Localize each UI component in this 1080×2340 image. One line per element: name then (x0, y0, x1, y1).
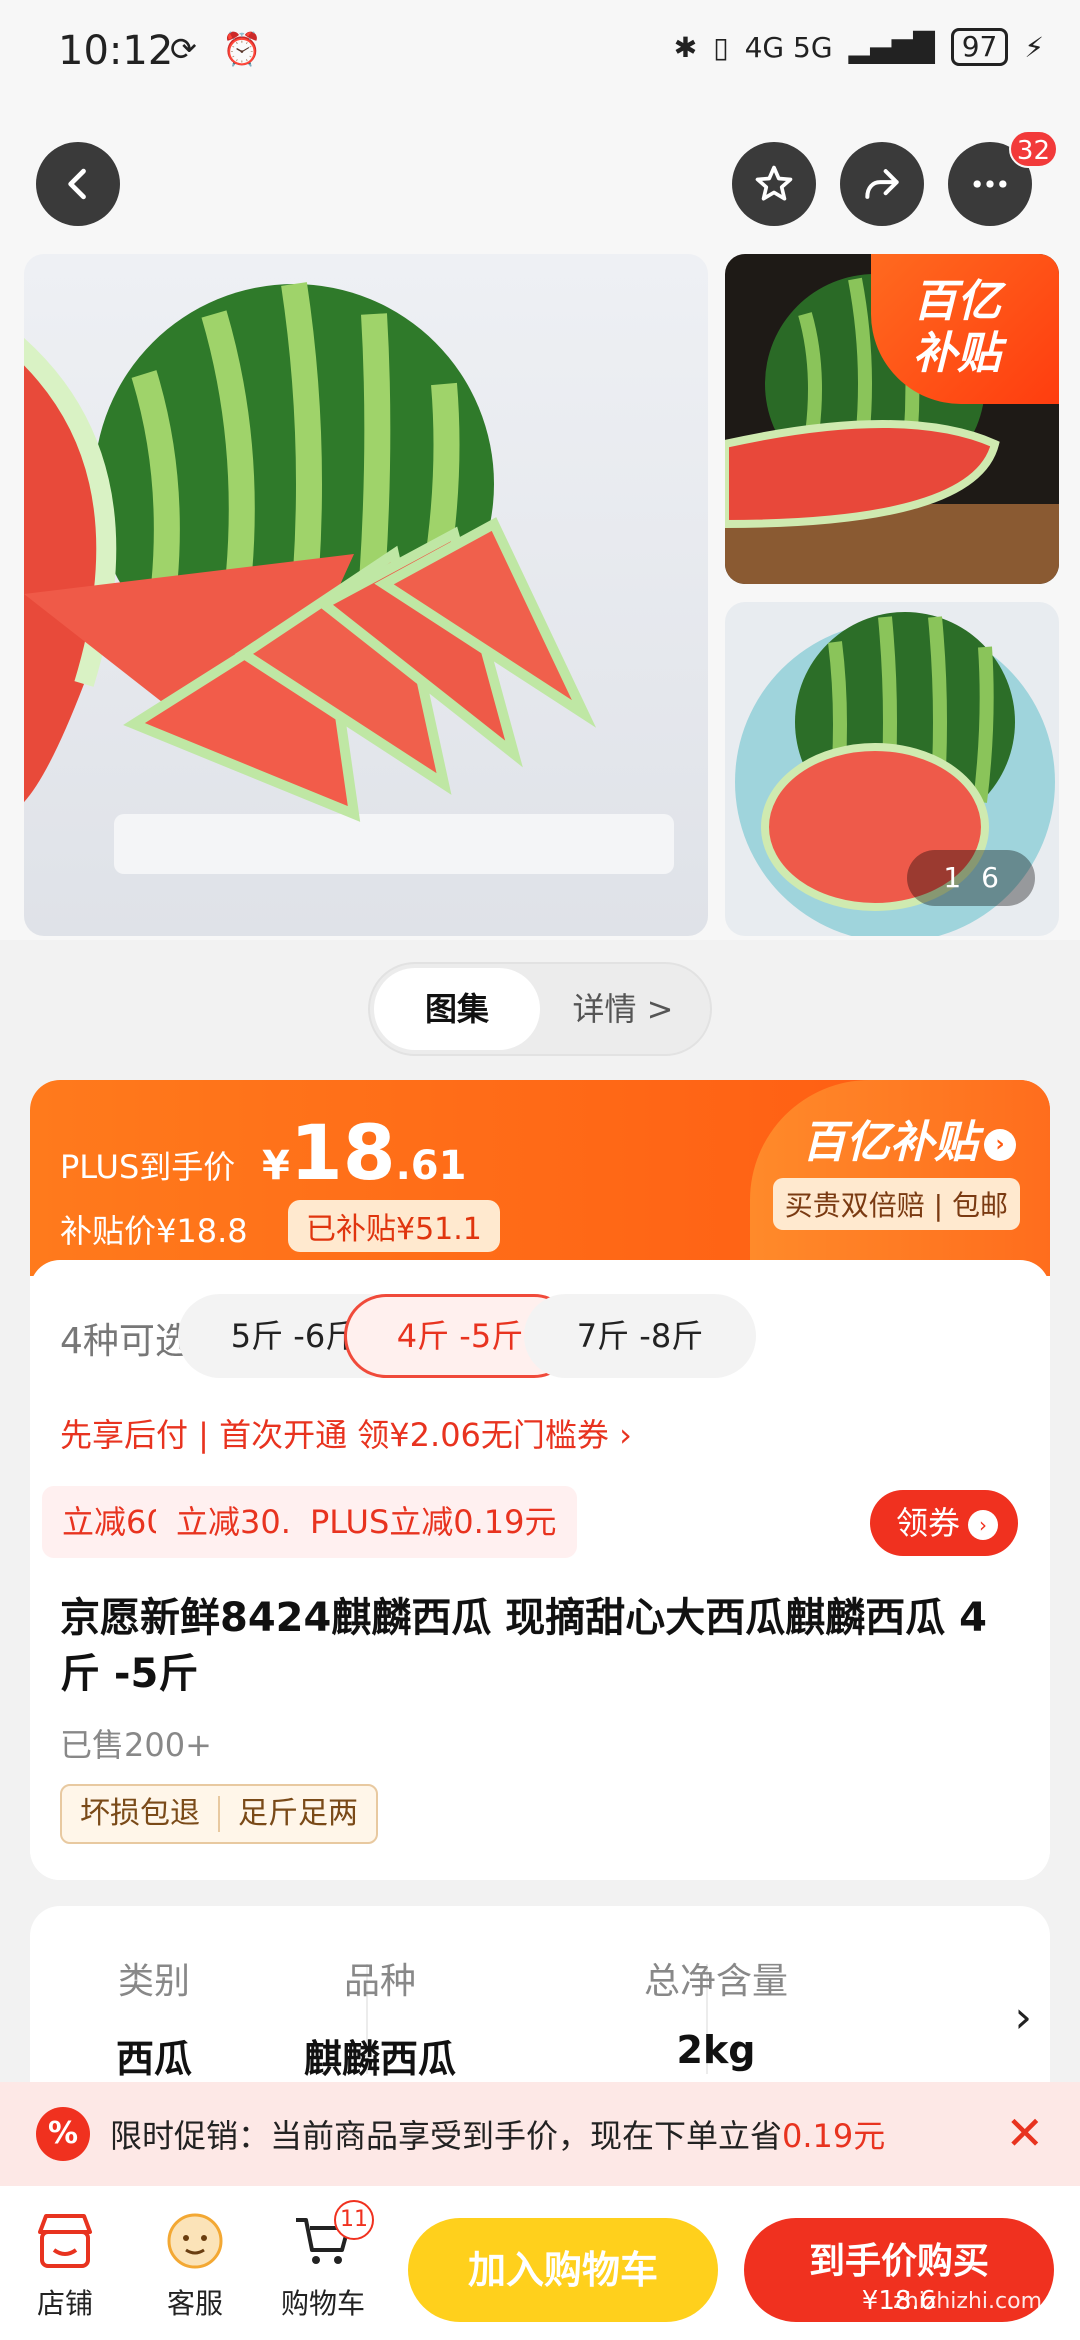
share-button[interactable] (840, 142, 924, 226)
service-guarantees[interactable]: 坏损包退 足斤足两 (60, 1784, 378, 1844)
cart-label: 购物车 (280, 2287, 365, 2320)
share-icon (865, 169, 899, 199)
battery-level: 97 (950, 28, 1009, 66)
store-label: 店铺 (36, 2287, 93, 2320)
option-chip[interactable]: 7斤 -8斤 (524, 1294, 756, 1378)
status-bar: 10:12 ⟳ ⏰ ✱ ▯ 4G 5G ▂▄▆█ 97 ⚡ (0, 0, 1080, 110)
favorite-button[interactable] (732, 142, 816, 226)
price-card: PLUS到手价 ¥18.61 补贴价¥18.8 已补贴¥51.1 百亿补贴 › 买… (30, 1080, 1050, 1880)
customer-service-icon (167, 2213, 223, 2269)
discount-tag: PLUS立减0.19元 (290, 1486, 577, 1558)
service-label: 客服 (166, 2287, 223, 2320)
price-decimal: .61 (395, 1143, 467, 1189)
more-button[interactable]: 32 (948, 130, 1058, 226)
subsidy-tag-line2: 补贴 (913, 328, 1001, 379)
charging-icon: ⚡ (1024, 30, 1044, 64)
watermelon-image (24, 282, 674, 874)
page-current: 1 (943, 861, 962, 894)
more-dots-icon (973, 180, 1007, 188)
bottom-action-bar: 店铺 客服 11 购物车 加入购物车 到手价购买 ¥18.6 zhizhizhi… (0, 2186, 1080, 2340)
guarantee-item: 足斤足两 (238, 1796, 358, 1831)
gallery-detail-toggle: 图集 详情 > (368, 962, 712, 1056)
promo-saving: 0.19元 (782, 2117, 886, 2155)
billion-subsidy-logo[interactable]: 百亿补贴 › (802, 1106, 1016, 1170)
discount-icon: % (36, 2107, 90, 2161)
store-icon (38, 2214, 92, 2268)
main-product-image[interactable] (24, 254, 708, 936)
thumbnail-image-2[interactable]: 16 (725, 602, 1059, 936)
buy-label: 到手价购买 (808, 2241, 989, 2282)
status-indicators: ✱ ▯ 4G 5G ▂▄▆█ 97 ⚡ (674, 28, 1044, 66)
pay-later-promo[interactable]: 先享后付 | 首次开通 领¥2.06无门槛券 › (60, 1410, 632, 1456)
chevron-left-icon (68, 168, 86, 200)
sold-count: 已售200+ (60, 1726, 212, 1764)
price-currency: ¥ (262, 1143, 290, 1189)
product-gallery: 百亿 补贴 16 (0, 250, 1080, 940)
plus-price-label: PLUS到手价 (60, 1148, 236, 1186)
spec-key: 总净含量 (643, 1961, 788, 2002)
plus-price: ¥18.61 (262, 1108, 466, 1197)
billion-subsidy-text: 百亿补贴 (802, 1117, 978, 1168)
product-info: 4种可选 5斤 -6斤 4斤 -5斤 7斤 -8斤 先享后付 | 首次开通 领¥… (30, 1260, 1050, 1880)
star-icon (755, 165, 793, 201)
coupon-label: 领券 (895, 1504, 960, 1542)
subsidy-tag-line1: 百亿 (913, 276, 1001, 327)
guarantee-item: 坏损包退 (80, 1796, 200, 1831)
cart-button[interactable]: 11 购物车 (268, 2200, 378, 2322)
product-title: 京愿新鲜8424麒麟西瓜 现摘甜心大西瓜麒麟西瓜 4斤 -5斤 (60, 1595, 988, 1697)
spec-item: 总净含量 2kg (566, 1952, 866, 2072)
image-page-counter: 16 (907, 850, 1035, 906)
spec-key: 品种 (343, 1961, 416, 2002)
alarm-icon: ⏰ (222, 30, 262, 68)
status-time: 10:12 (58, 28, 174, 74)
page-total: 6 (981, 861, 999, 894)
service-button[interactable]: 客服 (140, 2206, 250, 2322)
promo-text: 限时促销：当前商品享受到手价，现在下单立省0.19元 (110, 2111, 885, 2157)
promo-message: 限时促销：当前商品享受到手价，现在下单立省 (110, 2117, 783, 2155)
thumbnail-image-1[interactable]: 百亿 补贴 (725, 254, 1059, 584)
spec-value: 2kg (676, 2028, 756, 2072)
message-count-badge: 32 (1008, 130, 1058, 168)
cart-count-badge: 11 (334, 2200, 374, 2240)
speed-icon: ⟳ (170, 30, 197, 68)
watermark: zhizhizhi.com (893, 2289, 1042, 2314)
spec-value: 麒麟西瓜 (303, 2037, 456, 2081)
close-icon[interactable]: ✕ (1005, 2106, 1044, 2160)
spec-item: 品种 麒麟西瓜 (230, 1952, 530, 2083)
network-label: 4G 5G (744, 30, 833, 64)
signal-icon: ▂▄▆█ (848, 30, 935, 64)
price-integer: 18 (289, 1108, 396, 1197)
get-coupon-button[interactable]: 领券 › (869, 1490, 1018, 1556)
subsidized-amount: 已补贴¥51.1 (288, 1200, 500, 1252)
buy-now-button[interactable]: 到手价购买 ¥18.6 zhizhizhi.com (744, 2218, 1054, 2322)
options-count: 4种可选 (60, 1321, 191, 1362)
subsidy-price: 补贴价¥18.8 (60, 1212, 248, 1250)
tab-detail[interactable]: 详情 > (540, 968, 706, 1050)
promo-banner[interactable]: % 限时促销：当前商品享受到手价，现在下单立省0.19元 ✕ (0, 2082, 1080, 2186)
back-button[interactable] (36, 142, 120, 226)
tab-gallery[interactable]: 图集 (374, 968, 540, 1050)
subsidy-guarantee: 买贵双倍赔 | 包邮 (772, 1178, 1020, 1230)
chevron-right-icon: › (968, 1510, 998, 1540)
price-header: PLUS到手价 ¥18.61 补贴价¥18.8 已补贴¥51.1 百亿补贴 › 买… (30, 1080, 1050, 1276)
vibrate-icon: ▯ (713, 30, 729, 64)
store-button[interactable]: 店铺 (10, 2206, 120, 2322)
chevron-right-icon: › (984, 1129, 1016, 1161)
bluetooth-icon: ✱ (673, 30, 698, 64)
add-to-cart-button[interactable]: 加入购物车 (408, 2218, 718, 2322)
top-nav: 32 (0, 110, 1080, 250)
chevron-right-icon[interactable]: › (1014, 1992, 1032, 2043)
